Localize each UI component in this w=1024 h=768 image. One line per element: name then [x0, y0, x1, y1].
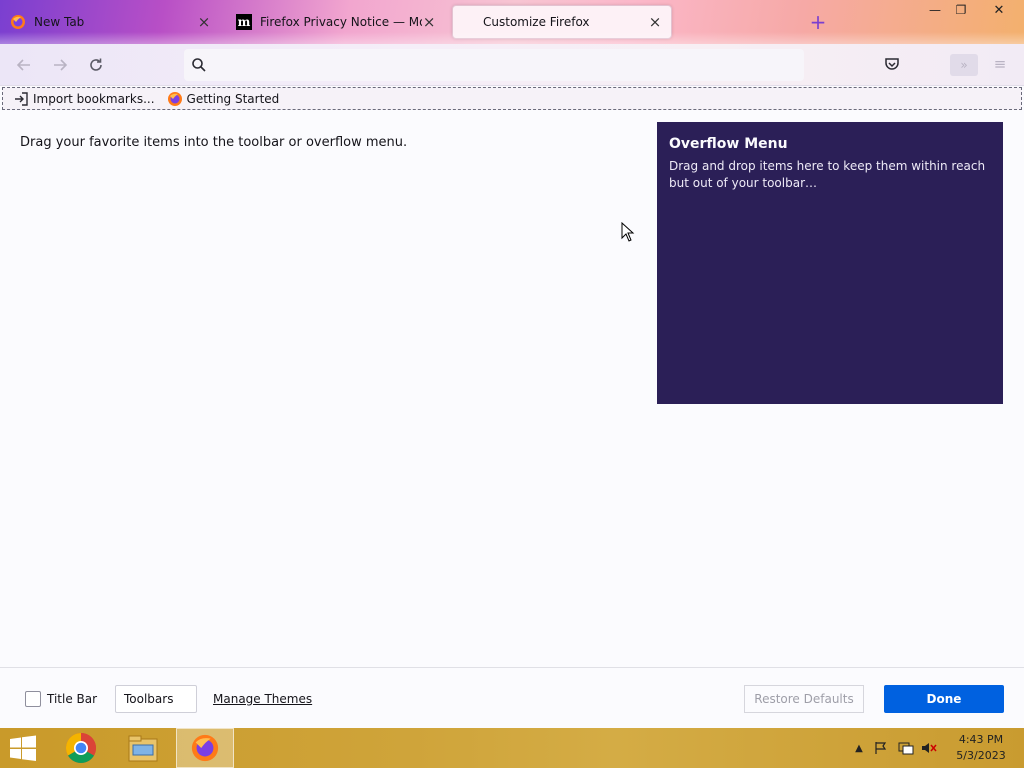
overflow-menu-title: Overflow Menu [669, 136, 788, 152]
back-button[interactable] [12, 53, 36, 77]
new-tab-button[interactable]: + [808, 12, 828, 32]
navigation-toolbar [0, 44, 1024, 86]
svg-text:m: m [238, 15, 251, 29]
taskbar: ▲ 4:43 PM 5/3/2023 [0, 728, 1024, 768]
volume-muted-icon[interactable] [920, 740, 938, 756]
tab-privacy-notice[interactable]: m Firefox Privacy Notice — Mozilla × [228, 5, 444, 39]
clock-time: 4:43 PM [958, 733, 1004, 746]
palette-hint: Drag your favorite items into the toolba… [20, 135, 408, 150]
bookmark-getting-started[interactable]: Getting Started [167, 91, 280, 107]
restore-defaults-button[interactable]: Restore Defaults [744, 685, 864, 713]
bookmark-label: Import bookmarks... [33, 91, 155, 106]
show-hidden-icons-icon[interactable]: ▲ [850, 740, 868, 756]
reload-icon [90, 58, 102, 71]
manage-themes-link[interactable]: Manage Themes [213, 692, 312, 706]
action-center-flag-icon[interactable] [872, 740, 890, 756]
done-button[interactable]: Done [884, 685, 1004, 713]
title-bar-checkbox[interactable] [25, 691, 41, 707]
reload-button[interactable] [84, 53, 108, 77]
close-tab-icon[interactable]: × [196, 13, 212, 31]
search-icon [192, 58, 206, 72]
windows-start-icon[interactable] [8, 734, 38, 762]
url-bar[interactable] [184, 49, 804, 81]
firefox-icon[interactable] [176, 728, 234, 768]
chrome-icon[interactable] [52, 728, 110, 768]
minimize-button[interactable]: — [922, 0, 948, 20]
network-icon[interactable] [897, 740, 915, 756]
tab-title: Firefox Privacy Notice — Mozilla [260, 15, 422, 29]
mozilla-m-icon: m [236, 14, 252, 30]
customize-footer: Title Bar Toolbars Manage Themes Restore… [0, 667, 1024, 728]
close-tab-icon[interactable]: × [422, 13, 436, 31]
close-tab-icon[interactable]: × [647, 13, 663, 31]
overflow-menu-dropzone[interactable]: Overflow Menu Drag and drop items here t… [657, 122, 1003, 404]
bookmark-label: Getting Started [186, 91, 280, 106]
overflow-chevron-icon[interactable]: » [950, 54, 978, 76]
forward-button[interactable] [48, 53, 72, 77]
arrow-right-icon [54, 59, 68, 71]
system-clock[interactable]: 4:43 PM 5/3/2023 [950, 732, 1012, 764]
tab-title: New Tab [34, 15, 85, 29]
restore-button[interactable]: ❐ [948, 0, 974, 20]
bookmark-import[interactable]: Import bookmarks... [13, 91, 155, 107]
pocket-icon [885, 58, 899, 70]
tab-new-tab[interactable]: New Tab × [2, 5, 220, 39]
tab-customize-firefox[interactable]: Customize Firefox × [452, 5, 672, 39]
import-icon [13, 91, 29, 107]
tab-title: Customize Firefox [483, 15, 590, 29]
close-window-button[interactable]: ✕ [986, 0, 1012, 20]
overflow-menu-description: Drag and drop items here to keep them wi… [669, 159, 986, 190]
bookmarks-toolbar: Import bookmarks... Getting Started [2, 87, 1022, 110]
toolbars-button[interactable]: Toolbars [115, 685, 197, 713]
firefox-icon [10, 14, 26, 30]
file-explorer-icon[interactable] [114, 728, 172, 768]
hamburger-menu-icon[interactable]: ≡ [990, 54, 1010, 74]
mouse-cursor-icon [621, 222, 635, 242]
pocket-button[interactable] [882, 54, 902, 74]
clock-date: 5/3/2023 [956, 749, 1006, 762]
firefox-icon [167, 91, 183, 107]
tab-strip: New Tab × m Firefox Privacy Notice — Moz… [0, 0, 1024, 44]
title-bar-label: Title Bar [47, 692, 98, 706]
arrow-left-icon [16, 59, 30, 71]
